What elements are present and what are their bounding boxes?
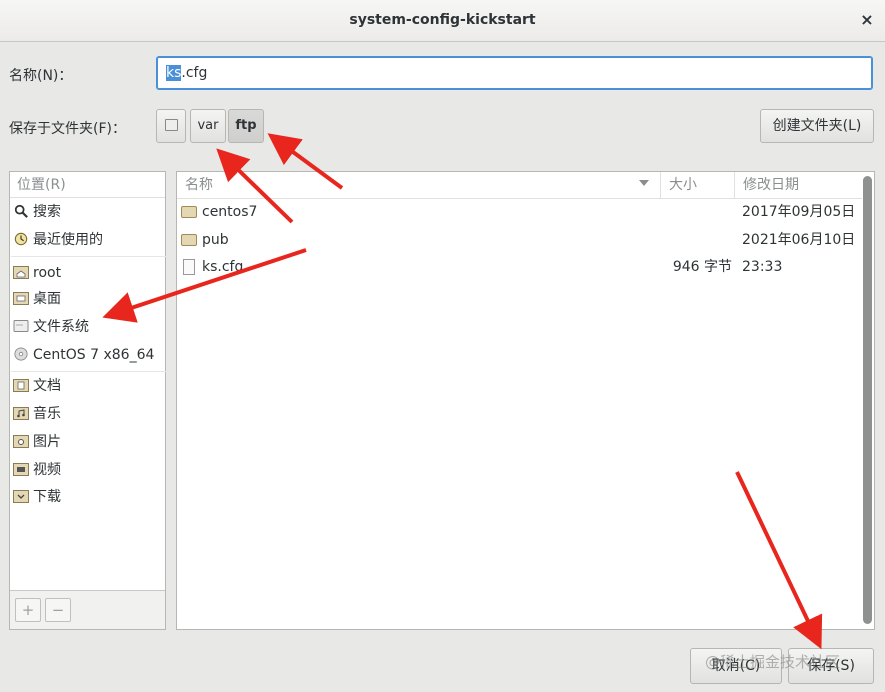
- sidebar-item-search[interactable]: 搜索: [13, 199, 61, 225]
- cancel-button[interactable]: 取消(C): [690, 648, 782, 684]
- table-row[interactable]: ks.cfg 946 字节 23:33: [177, 254, 862, 281]
- file-size: 946 字节: [672, 259, 732, 275]
- table-row[interactable]: pub 2021年06月10日: [177, 227, 862, 254]
- documents-folder-icon: [13, 378, 29, 392]
- home-folder-icon: [13, 265, 29, 279]
- sidebar-item-label: CentOS 7 x86_64: [33, 347, 155, 363]
- path-button-var[interactable]: var: [190, 109, 226, 143]
- file-name: pub: [202, 232, 229, 248]
- recent-icon: [14, 232, 28, 245]
- path-button-root[interactable]: [156, 109, 186, 143]
- sidebar-item-label: 视频: [33, 462, 61, 478]
- sidebar-item-label: root: [33, 265, 62, 281]
- search-icon: [14, 204, 28, 218]
- file-modified: 2021年06月10日: [742, 232, 856, 248]
- filesystem-icon: [13, 319, 29, 332]
- sidebar-item-label: 下载: [33, 489, 61, 505]
- file-name: ks.cfg: [202, 259, 244, 275]
- sidebar-item-filesystem[interactable]: 文件系统: [13, 314, 89, 340]
- sidebar-item-label: 最近使用的: [33, 232, 103, 248]
- save-in-folder-label: 保存于文件夹(F)：: [9, 121, 126, 137]
- places-separator: [11, 256, 166, 257]
- folder-icon: [181, 206, 197, 218]
- disk-icon: [164, 118, 178, 131]
- add-bookmark-button[interactable]: +: [15, 598, 41, 622]
- create-folder-button[interactable]: 创建文件夹(L): [760, 109, 874, 143]
- places-header: 位置(R): [10, 172, 165, 198]
- window-title: system-config-kickstart: [349, 12, 536, 28]
- sidebar-item-centos-disc[interactable]: CentOS 7 x86_64: [13, 342, 154, 368]
- text-file-icon: [183, 259, 195, 275]
- sidebar-item-label: 搜索: [33, 204, 61, 220]
- filename-rest-text: .cfg: [181, 65, 208, 81]
- sidebar-item-label: 桌面: [33, 291, 61, 307]
- sidebar-item-recent[interactable]: 最近使用的: [13, 227, 103, 253]
- sidebar-item-documents[interactable]: 文档: [13, 373, 61, 399]
- column-header-size[interactable]: 大小: [661, 172, 735, 198]
- filename-input[interactable]: ks.cfg: [156, 56, 873, 90]
- sidebar-item-label: 文档: [33, 378, 61, 394]
- sidebar-item-label: 图片: [33, 434, 61, 450]
- file-modified: 2017年09月05日: [742, 204, 856, 220]
- column-header-name-label: 名称: [185, 177, 213, 193]
- places-separator: [11, 371, 166, 372]
- music-folder-icon: [13, 406, 29, 420]
- optical-disc-icon: [14, 346, 28, 361]
- close-button[interactable]: ×: [857, 10, 877, 30]
- name-label: 名称(N)：: [9, 68, 73, 84]
- title-bar: system-config-kickstart ×: [0, 0, 885, 42]
- folder-icon: [181, 234, 197, 246]
- column-header-name[interactable]: 名称: [177, 172, 661, 198]
- sidebar-item-pictures[interactable]: 图片: [13, 429, 61, 455]
- sidebar-item-music[interactable]: 音乐: [13, 401, 61, 427]
- file-list: 名称 大小 修改日期 centos7 2017年09月05日 pub 2021年…: [176, 171, 875, 630]
- file-name: centos7: [202, 204, 258, 220]
- sidebar-item-root[interactable]: root: [13, 260, 61, 286]
- pictures-folder-icon: [13, 434, 29, 448]
- path-button-ftp[interactable]: ftp: [228, 109, 264, 143]
- sidebar-item-label: 文件系统: [33, 319, 89, 335]
- sidebar-item-videos[interactable]: 视频: [13, 457, 61, 483]
- save-button[interactable]: 保存(S): [788, 648, 874, 684]
- filename-selected-text: ks: [166, 65, 182, 81]
- sort-chevron-down-icon: [639, 180, 649, 186]
- table-row[interactable]: centos7 2017年09月05日: [177, 199, 862, 226]
- downloads-folder-icon: [13, 489, 29, 503]
- sidebar-item-downloads[interactable]: 下载: [13, 484, 61, 510]
- desktop-folder-icon: [13, 291, 29, 305]
- places-sidebar: 位置(R) 搜索 最近使用的 root 桌面 文件系统 CentOS 7 x86…: [9, 171, 166, 630]
- vertical-scrollbar[interactable]: [863, 176, 872, 624]
- videos-folder-icon: [13, 462, 29, 476]
- column-header-modified[interactable]: 修改日期: [735, 172, 862, 198]
- remove-bookmark-button[interactable]: −: [45, 598, 71, 622]
- sidebar-item-desktop[interactable]: 桌面: [13, 286, 61, 312]
- sidebar-item-label: 音乐: [33, 406, 61, 422]
- places-toolbar: + −: [10, 590, 165, 629]
- file-modified: 23:33: [742, 259, 783, 275]
